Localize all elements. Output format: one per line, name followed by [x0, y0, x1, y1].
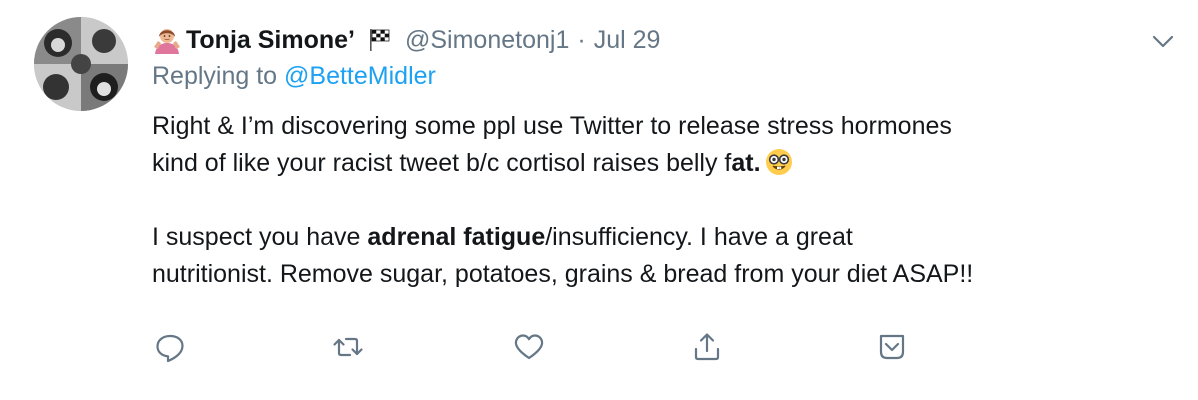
bold-text: adrenal fatigue [367, 223, 546, 251]
text-segment: /insufficiency. I have a great [545, 223, 853, 251]
tweet-text: Right & I’m discovering some ppl use Twi… [152, 108, 1172, 293]
text-segment: I suspect you have [152, 223, 368, 251]
chequered-flag-emoji-icon [367, 27, 393, 53]
save-icon[interactable] [872, 327, 912, 367]
tweet[interactable]: Tonja Simone’ @Simonetonj1 · Jul 29 Repl… [0, 0, 1198, 400]
author-handle[interactable]: @Simonetonj1 [405, 26, 569, 55]
text-segment: kind of like your racist tweet b/c corti… [152, 149, 732, 177]
retweet-icon[interactable] [328, 327, 368, 367]
text-line: nutritionist. Remove sugar, potatoes, gr… [152, 260, 974, 288]
replying-to-label: Replying to [152, 62, 285, 90]
text-line: Right & I’m discovering some ppl use Twi… [152, 112, 952, 140]
tweet-date[interactable]: Jul 29 [594, 26, 661, 55]
bold-text: at. [731, 149, 761, 177]
nerd-face-emoji-icon [764, 147, 794, 177]
author-name[interactable]: Tonja Simone’ [186, 26, 355, 55]
reply-mention-link[interactable]: @BetteMidler [284, 62, 436, 90]
tweet-header: Tonja Simone’ @Simonetonj1 · Jul 29 [152, 22, 660, 58]
text-line: I suspect you have adrenal fatigue/insuf… [152, 219, 1172, 256]
like-icon[interactable] [509, 327, 549, 367]
person-shrugging-emoji-icon [152, 25, 182, 55]
replying-to: Replying to @BetteMidler [152, 62, 436, 91]
text-line: kind of like your racist tweet b/c corti… [152, 145, 1172, 182]
share-icon[interactable] [687, 327, 727, 367]
reply-icon[interactable] [150, 327, 190, 367]
separator-dot: · [577, 25, 586, 54]
chevron-down-icon[interactable] [1148, 26, 1178, 56]
avatar[interactable] [34, 17, 128, 111]
